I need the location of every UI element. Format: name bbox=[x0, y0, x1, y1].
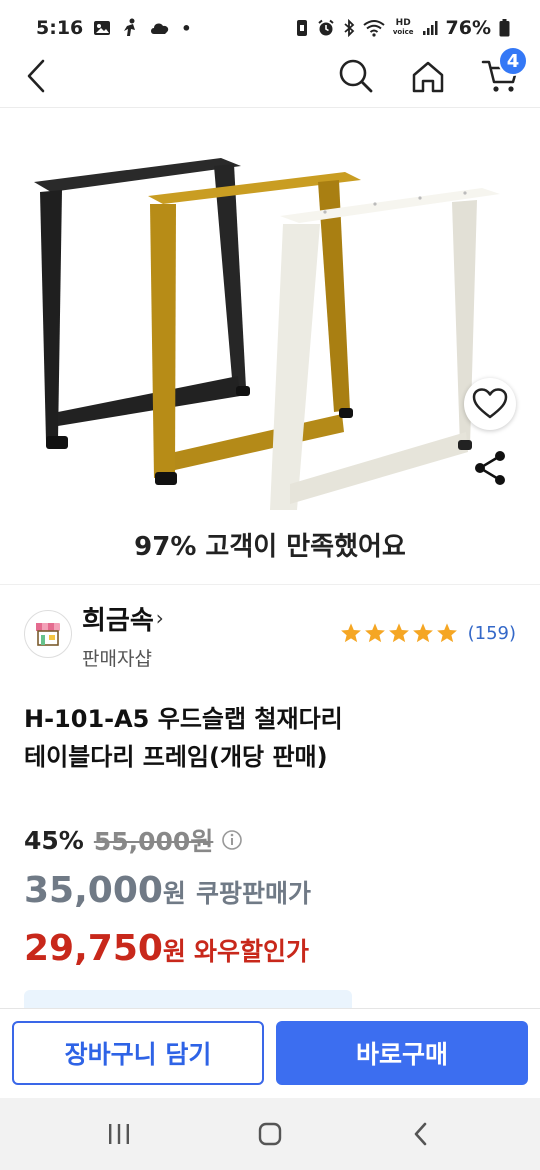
seller-type: 판매자샵 bbox=[82, 648, 152, 670]
bottom-action-bar: 장바구니 담기 바로구매 bbox=[0, 1008, 540, 1098]
coupang-price-line: 35,000 원 쿠팡판매가 bbox=[24, 870, 311, 911]
product-title-line2: 테이블다리 프레임(개당 판매) bbox=[24, 743, 328, 771]
bluetooth-icon bbox=[343, 19, 355, 37]
search-button[interactable] bbox=[334, 56, 378, 96]
info-icon[interactable] bbox=[221, 829, 243, 851]
cart-count-badge: 4 bbox=[498, 46, 528, 76]
vibrate-icon bbox=[295, 19, 309, 37]
cloud-icon bbox=[149, 19, 171, 37]
recents-icon bbox=[109, 1124, 129, 1144]
star-icon bbox=[436, 623, 457, 643]
volte-label: voice bbox=[392, 28, 414, 36]
system-home-button[interactable] bbox=[240, 1110, 300, 1158]
gallery-icon bbox=[93, 19, 111, 37]
back-icon bbox=[27, 59, 45, 93]
hd-volte-badge: HD voice bbox=[393, 19, 414, 37]
wow-won: 원 bbox=[162, 937, 186, 966]
rating-summary[interactable]: (159) bbox=[340, 622, 516, 644]
product-image[interactable] bbox=[0, 108, 540, 518]
back-button[interactable] bbox=[18, 58, 54, 94]
original-price: 55,000원 bbox=[93, 827, 214, 856]
product-title-line1: H-101-A5 우드슬랩 철재다리 bbox=[24, 705, 343, 733]
battery-percent: 76% bbox=[445, 17, 491, 39]
store-icon bbox=[36, 623, 60, 646]
wow-price-line: 29,750 원 와우할인가 bbox=[24, 928, 309, 969]
notification-dot: • bbox=[181, 18, 192, 38]
home-button[interactable] bbox=[406, 56, 450, 96]
wishlist-button[interactable] bbox=[464, 378, 516, 430]
seller-row: 희금속 › 판매자샵 (159) bbox=[24, 596, 516, 676]
seller-name-link[interactable]: 희금속 › bbox=[82, 600, 164, 637]
product-title: H-101-A5 우드슬랩 철재다리 테이블다리 프레임(개당 판매) bbox=[24, 700, 514, 776]
figure-icon bbox=[121, 18, 139, 38]
wifi-icon bbox=[363, 19, 385, 37]
system-back-button[interactable] bbox=[391, 1110, 451, 1158]
coupang-price-label: 쿠팡판매가 bbox=[195, 879, 311, 908]
buy-now-button[interactable]: 바로구매 bbox=[276, 1021, 528, 1085]
coupang-price: 35,000 bbox=[24, 870, 163, 911]
star-icon bbox=[388, 623, 409, 643]
divider bbox=[0, 584, 540, 585]
seller-name: 희금속 bbox=[82, 606, 154, 636]
coupang-won: 원 bbox=[162, 879, 186, 908]
wow-price-label: 와우할인가 bbox=[193, 937, 309, 966]
discount-line: 45% 55,000원 bbox=[24, 822, 243, 858]
recents-button[interactable] bbox=[89, 1110, 149, 1158]
system-navigation-bar bbox=[0, 1098, 540, 1170]
status-time: 5:16 bbox=[36, 17, 84, 39]
back-nav-icon bbox=[414, 1122, 427, 1146]
hd-label: HD bbox=[395, 18, 411, 28]
star-icon bbox=[364, 623, 385, 643]
alarm-icon bbox=[317, 19, 335, 37]
app-header: 4 bbox=[0, 46, 540, 108]
star-icon bbox=[412, 623, 433, 643]
table-legs-photo bbox=[34, 158, 500, 510]
home-icon bbox=[412, 61, 444, 93]
heart-icon bbox=[472, 388, 508, 419]
discount-rate: 45% bbox=[24, 825, 84, 855]
star-icon bbox=[340, 623, 361, 643]
chevron-right-icon: › bbox=[155, 606, 164, 630]
share-button[interactable] bbox=[470, 448, 510, 488]
add-to-cart-button[interactable]: 장바구니 담기 bbox=[12, 1021, 264, 1085]
signal-icon bbox=[422, 20, 438, 36]
battery-icon bbox=[499, 19, 510, 37]
wow-price: 29,750 bbox=[24, 928, 163, 969]
satisfaction-text: 97% 고객이 만족했어요 bbox=[134, 532, 406, 562]
cart-button[interactable]: 4 bbox=[478, 46, 528, 96]
seller-logo[interactable] bbox=[24, 610, 72, 658]
status-bar: 5:16 • HD voice 76% bbox=[0, 0, 540, 56]
share-icon bbox=[475, 451, 505, 485]
home-button-icon bbox=[258, 1122, 282, 1146]
review-count: (159) bbox=[467, 622, 516, 644]
search-icon bbox=[339, 59, 373, 93]
